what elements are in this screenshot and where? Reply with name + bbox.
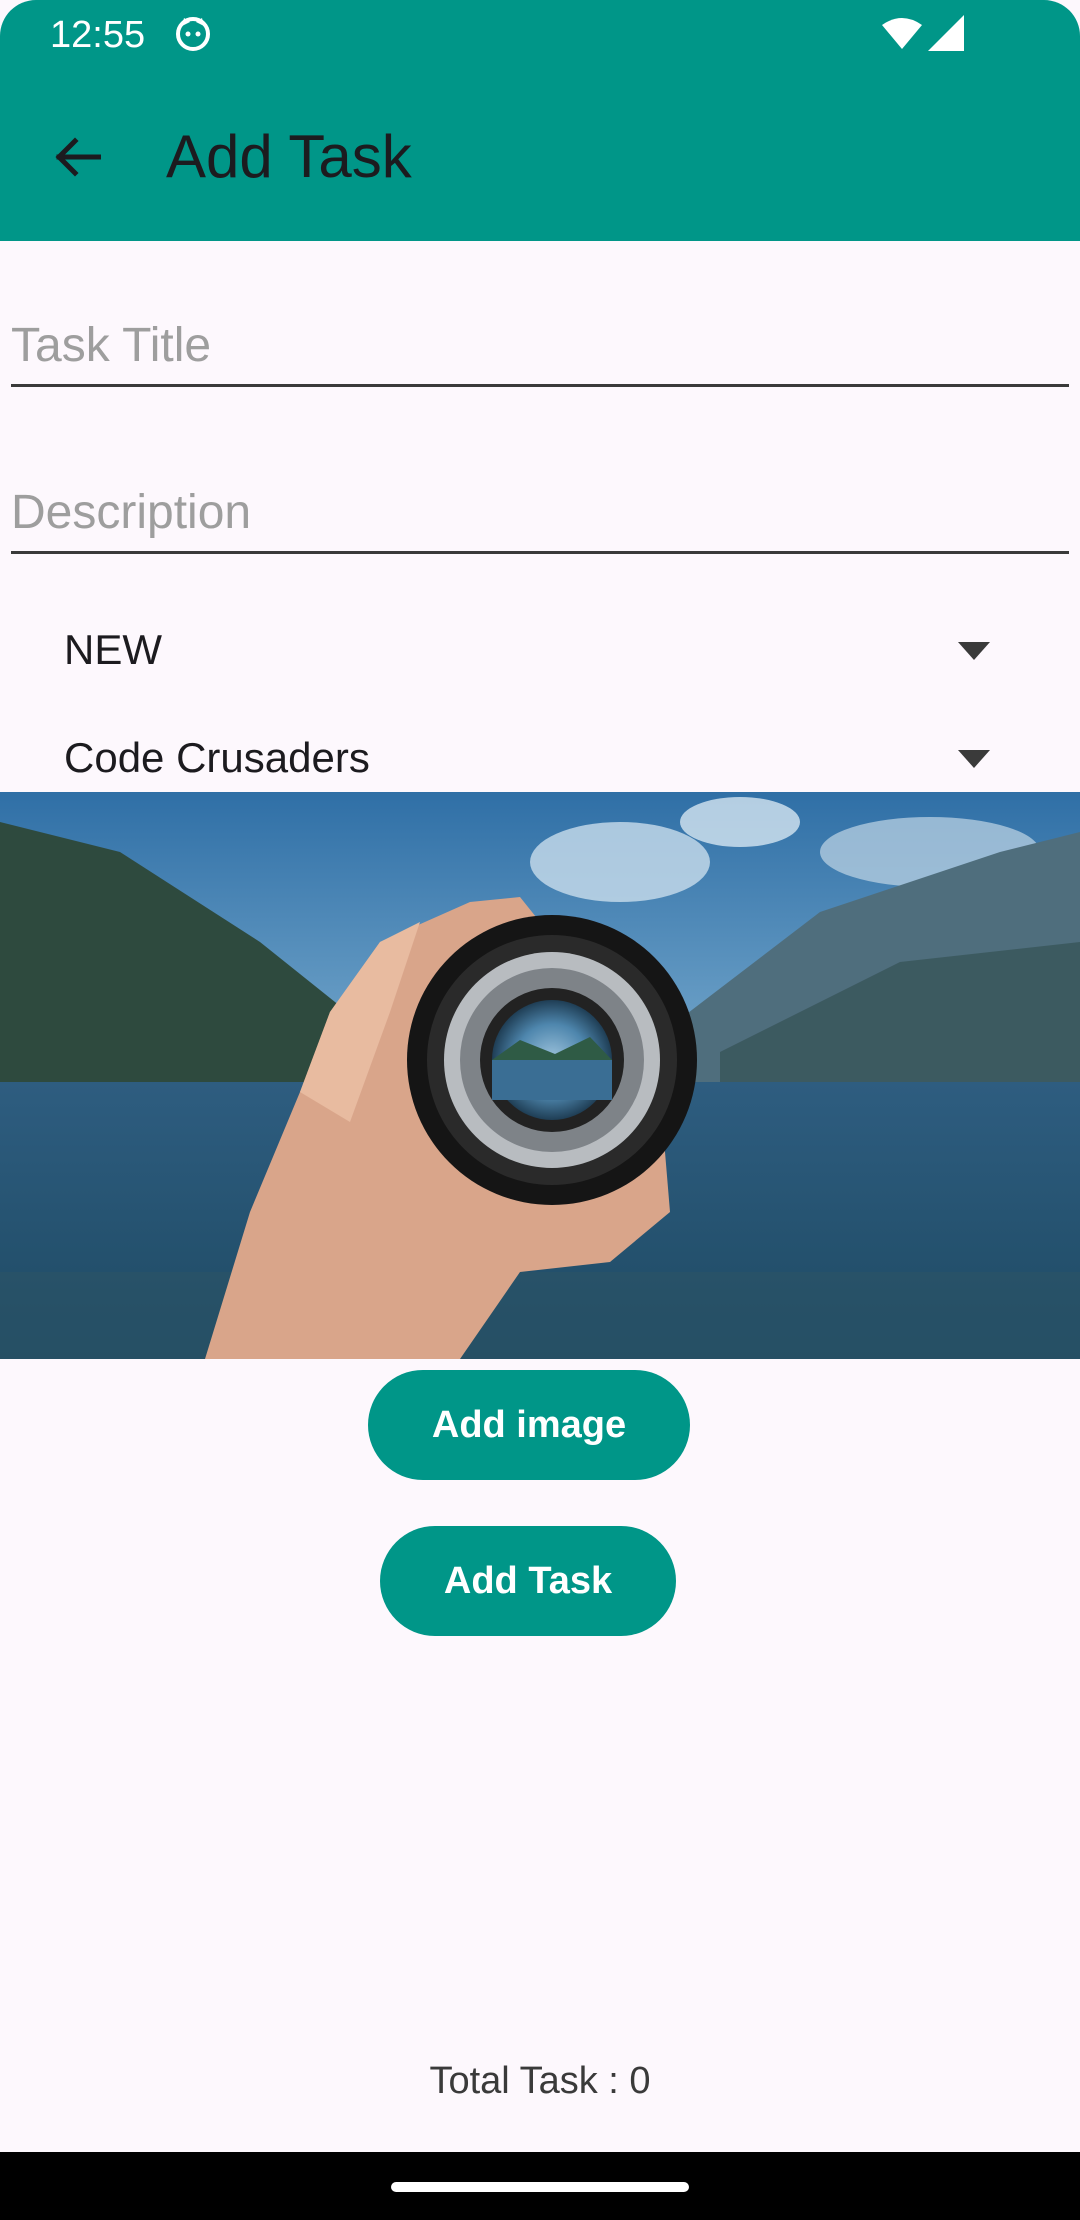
task-title-field [11,318,1069,387]
cat-icon [176,17,210,51]
description-field [11,485,1069,554]
navigation-bar [0,2152,1080,2220]
status-spinner-value: NEW [64,626,162,673]
dropdown-arrow-icon [958,750,990,768]
signal-icon [928,15,964,51]
add-image-button[interactable]: Add image [368,1370,690,1480]
page-title: Add Task [166,123,412,190]
total-task-count: Total Task : 0 [429,2060,651,2102]
add-task-button[interactable]: Add Task [380,1526,676,1636]
dropdown-arrow-icon [958,642,990,660]
back-button[interactable] [40,120,114,194]
app-bar: 12:55 Add Task [0,0,1080,241]
wifi-icon [882,18,922,49]
team-spinner[interactable]: Code Crusaders [0,716,1080,792]
team-spinner-value: Code Crusaders [64,734,370,781]
task-image [0,792,1080,1359]
status-time: 12:55 [50,14,146,56]
description-input[interactable] [11,485,1069,540]
task-title-input[interactable] [11,318,1069,373]
back-arrow-icon [55,137,101,177]
status-spinner[interactable]: NEW [0,608,1080,698]
home-handle[interactable] [391,2182,689,2192]
